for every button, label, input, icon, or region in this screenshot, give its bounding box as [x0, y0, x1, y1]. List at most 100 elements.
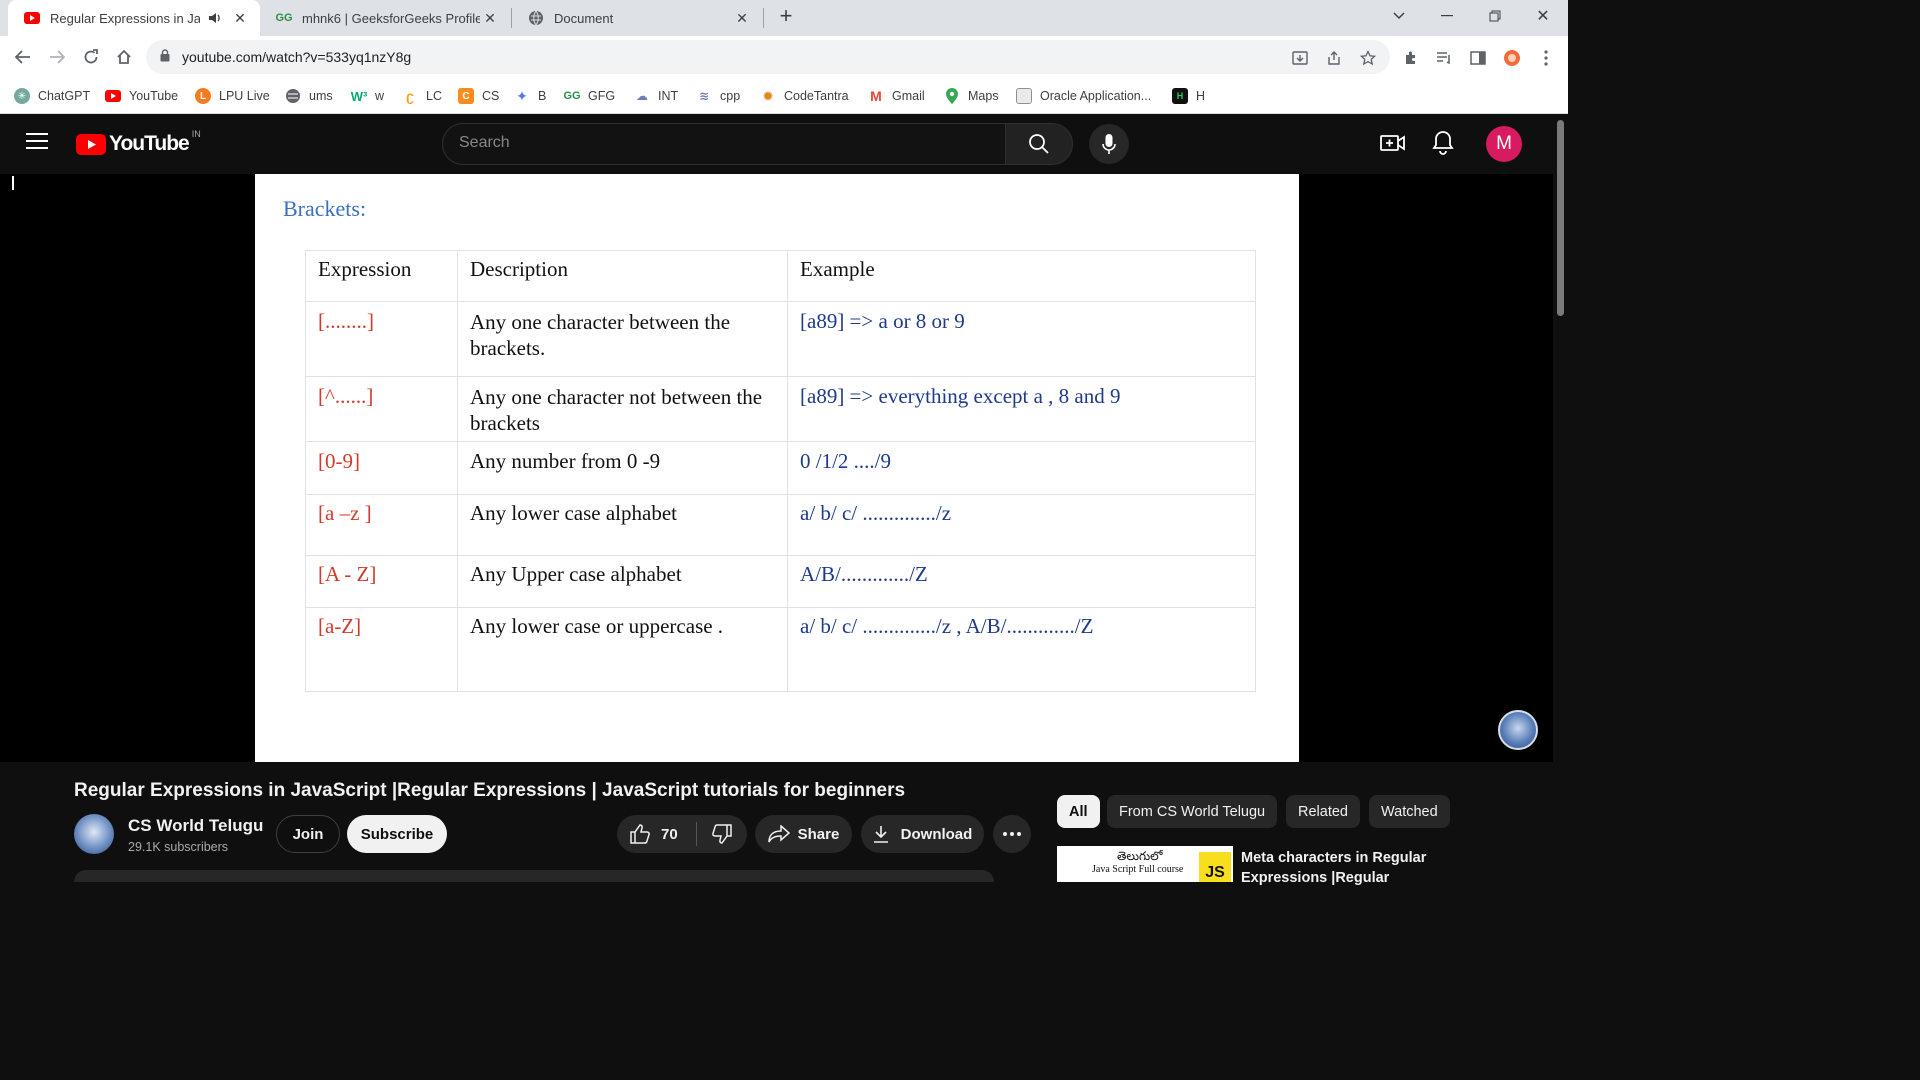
- close-tab-icon[interactable]: ✕: [732, 8, 752, 28]
- example-cell: A/B/............./Z: [787, 555, 1256, 608]
- bookmark-label: Oracle Application...: [1040, 89, 1152, 103]
- recommendation-title-line: Meta characters in Regular: [1241, 850, 1427, 866]
- audio-playing-icon[interactable]: [208, 12, 222, 24]
- lock-icon[interactable]: [160, 49, 170, 67]
- close-tab-icon[interactable]: ✕: [230, 8, 250, 28]
- bookmark-oracle[interactable]: Oracle Application...: [1016, 86, 1151, 106]
- share-page-icon[interactable]: [1324, 48, 1344, 68]
- bookmark-cpp[interactable]: ≋ cpp: [696, 86, 740, 106]
- bookmark-label: w: [375, 89, 385, 103]
- description-box[interactable]: [74, 870, 994, 882]
- tab-document[interactable]: Document ✕: [512, 0, 762, 36]
- hamburger-menu-icon[interactable]: [26, 132, 48, 155]
- join-button[interactable]: Join: [276, 815, 340, 853]
- hackerrank-icon: H: [1172, 88, 1188, 104]
- bookmark-lpu-live[interactable]: L LPU Live: [195, 86, 270, 106]
- youtube-logo[interactable]: YouTube IN: [76, 129, 201, 156]
- more-actions-button[interactable]: [993, 815, 1031, 853]
- chip-all[interactable]: All: [1057, 795, 1100, 828]
- chip-related[interactable]: Related: [1286, 795, 1360, 828]
- forward-button[interactable]: [42, 42, 72, 72]
- back-button[interactable]: [8, 42, 38, 72]
- chip-label: All: [1069, 803, 1088, 820]
- chrome-menu-icon[interactable]: [1535, 47, 1557, 69]
- youtube-logo-icon: [76, 133, 106, 155]
- chip-label: Related: [1298, 803, 1348, 820]
- codetantra-icon: ✹: [762, 87, 774, 104]
- recommendation-title[interactable]: Meta characters in Regular Expressions |…: [1241, 848, 1426, 888]
- description-cell: Any lower case alphabet: [457, 494, 788, 556]
- tab-title: Regular Expressions in JavaS: [50, 10, 200, 26]
- globe-icon: [528, 10, 544, 26]
- restore-button[interactable]: [1472, 0, 1518, 32]
- install-app-icon[interactable]: [1290, 48, 1310, 68]
- lpu-icon: L: [195, 88, 211, 104]
- bookmark-cs[interactable]: C CS: [458, 86, 499, 106]
- bookmark-youtube[interactable]: YouTube: [105, 86, 178, 106]
- thumbs-up-icon: [630, 824, 650, 844]
- tab-search-icon[interactable]: [1376, 0, 1422, 32]
- bookmark-h[interactable]: HH: [1172, 86, 1205, 106]
- notifications-bell-icon[interactable]: [1432, 130, 1454, 161]
- bookmark-b[interactable]: ✦ B: [514, 86, 546, 106]
- bookmark-maps[interactable]: Maps: [944, 86, 999, 106]
- channel-watermark[interactable]: [1498, 710, 1538, 750]
- bookmark-label: ums: [309, 89, 333, 103]
- browser-tab-strip: Regular Expressions in JavaS ✕ GG mhnk6 …: [0, 0, 1568, 36]
- example-cell: 0 /1/2 ..../9: [787, 441, 1256, 495]
- bookmark-lc[interactable]: ʗ LC: [402, 86, 442, 106]
- share-button[interactable]: Share: [755, 815, 852, 853]
- video-title: Regular Expressions in JavaScript |Regul…: [74, 780, 906, 801]
- home-button[interactable]: [109, 42, 139, 72]
- account-avatar[interactable]: M: [1486, 126, 1522, 162]
- voice-search-button[interactable]: [1089, 124, 1129, 164]
- close-tab-icon[interactable]: ✕: [480, 8, 500, 28]
- search-input[interactable]: [459, 134, 979, 152]
- subscribe-button[interactable]: Subscribe: [347, 815, 447, 853]
- new-tab-button[interactable]: +: [764, 0, 808, 32]
- download-button[interactable]: Download: [861, 815, 984, 853]
- minimize-button[interactable]: [1424, 0, 1470, 32]
- tab-gfg[interactable]: GG mhnk6 | GeeksforGeeks Profile ✕: [260, 0, 510, 36]
- reload-button[interactable]: [76, 42, 106, 72]
- bookmark-label: CS: [482, 89, 500, 103]
- recommendation-thumbnail[interactable]: తెలుగులో Java Script Full course JS: [1057, 846, 1233, 882]
- chip-from-channel[interactable]: From CS World Telugu: [1107, 795, 1278, 828]
- bookmark-gmail[interactable]: M Gmail: [868, 86, 925, 106]
- table-row: [A - Z] Any Upper case alphabet A/B/....…: [305, 555, 1256, 608]
- search-button[interactable]: [1005, 123, 1073, 165]
- bookmark-int[interactable]: ☁ INT: [634, 86, 678, 106]
- bookmark-label: LC: [426, 89, 442, 103]
- bookmark-star-icon[interactable]: [1358, 48, 1378, 68]
- dislike-button[interactable]: [697, 815, 733, 853]
- regex-bracket-table: Expression Description Example [........…: [305, 250, 1256, 692]
- chatgpt-icon: ✳: [14, 88, 30, 104]
- close-window-button[interactable]: ✕: [1520, 0, 1566, 32]
- share-icon: [767, 825, 790, 843]
- profile-avatar-icon[interactable]: [1501, 47, 1523, 69]
- share-label: Share: [797, 825, 840, 843]
- bookmark-ums[interactable]: ums: [285, 86, 333, 106]
- video-player[interactable]: Brackets: Expression Description Example…: [0, 174, 1553, 762]
- bookmark-codetantra[interactable]: ✹ CodeTantra: [760, 86, 849, 106]
- extensions-icon[interactable]: [1400, 47, 1422, 69]
- channel-avatar[interactable]: [74, 814, 114, 854]
- chip-watched[interactable]: Watched: [1369, 795, 1450, 828]
- bookmark-w[interactable]: W³ w: [351, 86, 384, 106]
- bookmark-label: INT: [658, 89, 679, 103]
- bookmark-gfg[interactable]: GG GFG: [563, 86, 615, 106]
- thumbs-down-icon: [711, 824, 732, 844]
- side-panel-icon[interactable]: [1467, 47, 1489, 69]
- like-button[interactable]: 70: [617, 815, 678, 853]
- address-bar[interactable]: youtube.com/watch?v=533yq1nzY8g: [146, 40, 1390, 74]
- tab-youtube[interactable]: Regular Expressions in JavaS ✕: [8, 0, 260, 36]
- avatar-letter: M: [1496, 133, 1512, 154]
- expression-cell: [........]: [305, 301, 458, 377]
- reading-list-icon[interactable]: [1433, 47, 1455, 69]
- bookmark-chatgpt[interactable]: ✳ ChatGPT: [14, 86, 90, 106]
- channel-name[interactable]: CS World Telugu: [128, 816, 263, 836]
- scrollbar-thumb[interactable]: [1557, 120, 1564, 316]
- page-scrollbar[interactable]: [1553, 114, 1568, 882]
- create-video-icon[interactable]: [1380, 132, 1406, 159]
- expression-cell: [a –z ]: [305, 494, 458, 556]
